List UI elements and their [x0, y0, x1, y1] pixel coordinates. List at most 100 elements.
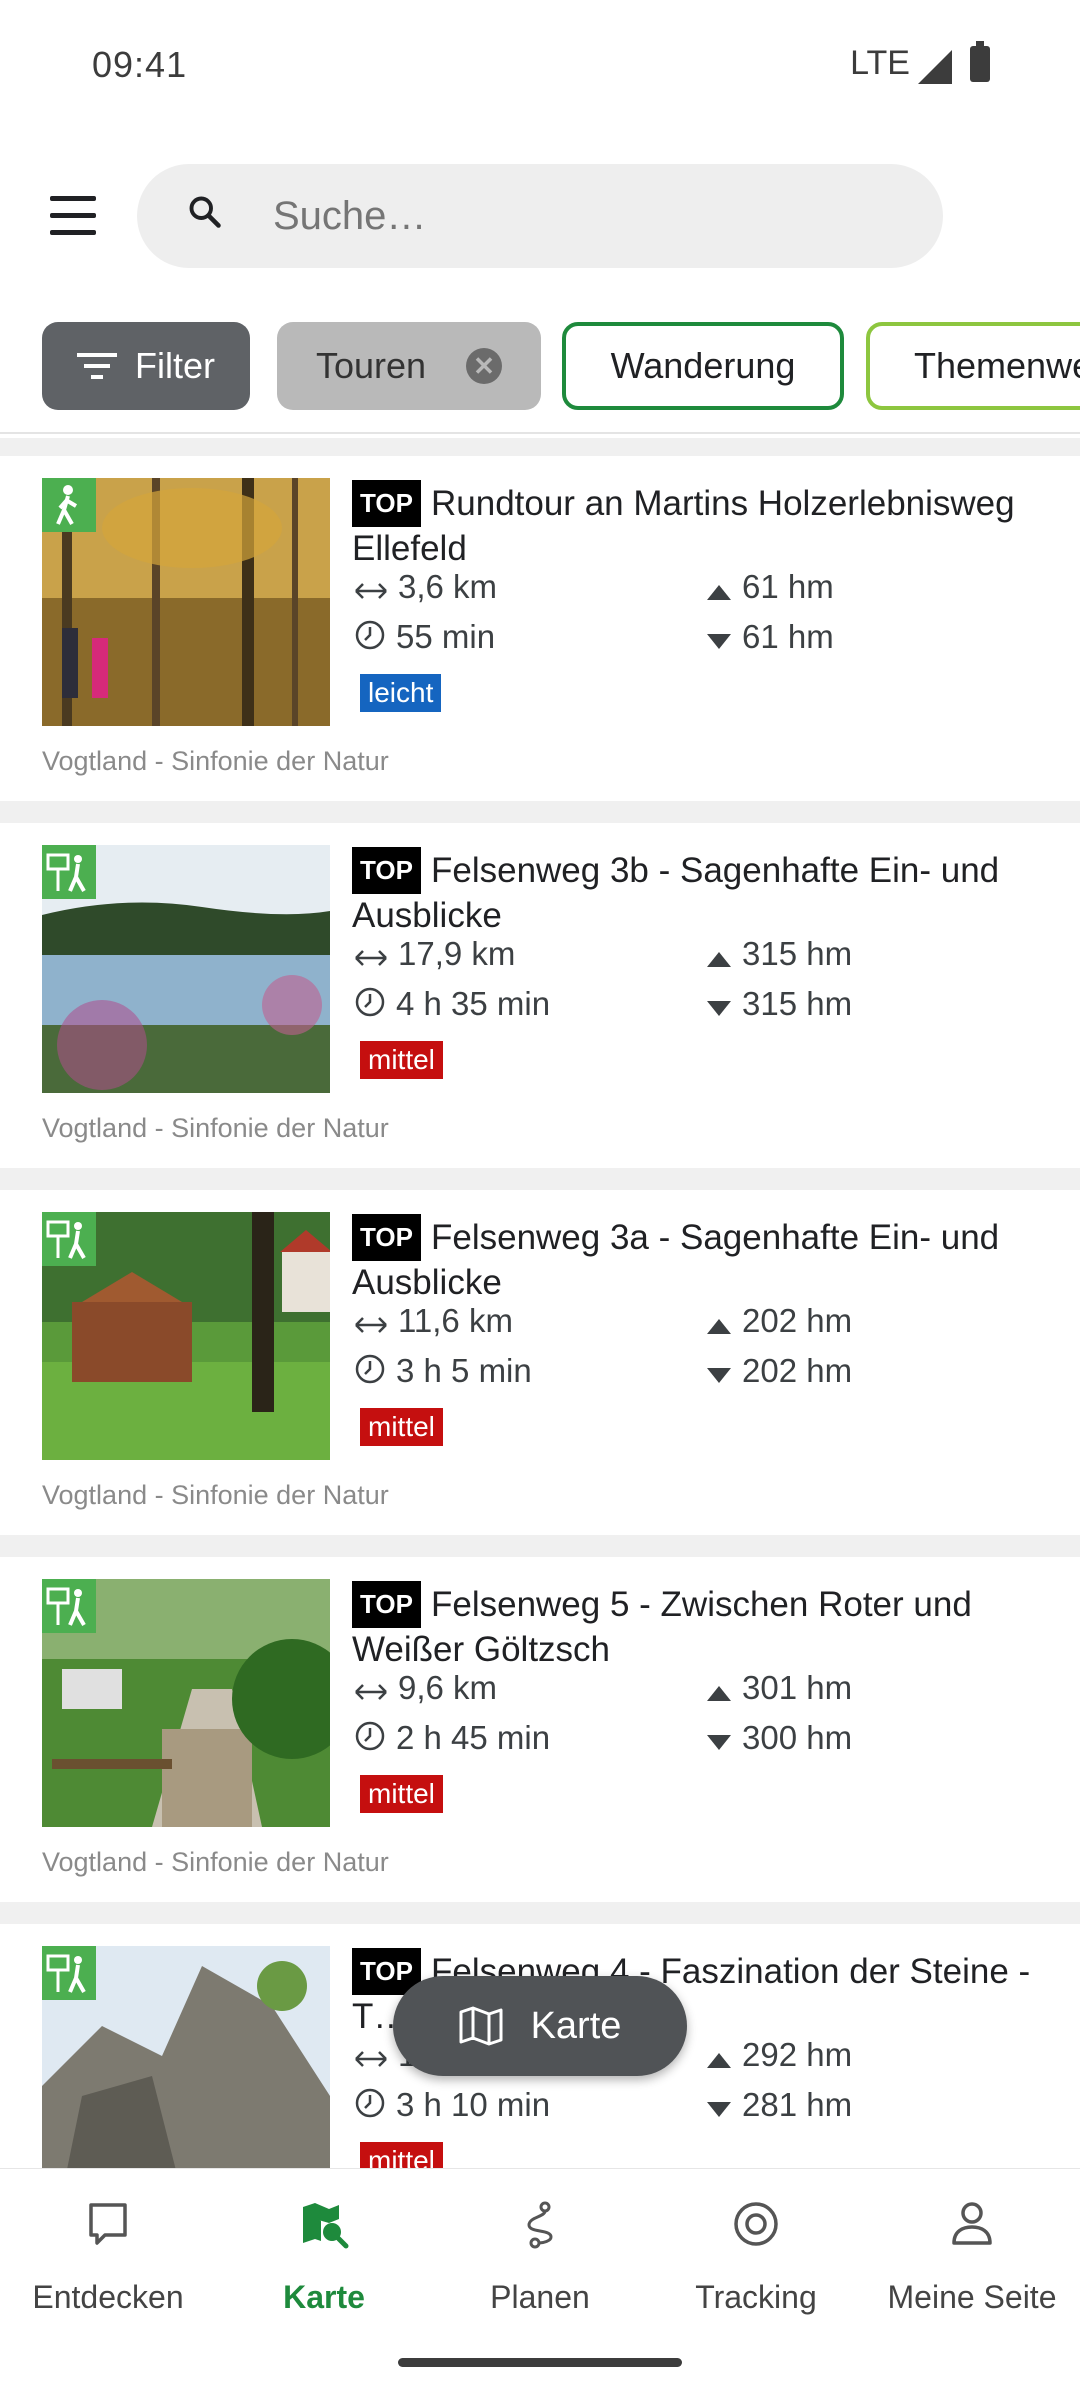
tour-title-text: Rundtour an Martins Holzerlebnisweg Elle…: [352, 484, 1015, 568]
status-time: 09:41: [92, 44, 188, 85]
chip-themenweg[interactable]: Themenwe: [866, 322, 1080, 410]
ascent-icon: [707, 1319, 731, 1334]
duration: 3 h 10 min: [354, 2086, 550, 2124]
ascent-value: 315 hm: [742, 935, 853, 972]
chip-touren[interactable]: Touren ✕: [277, 322, 541, 410]
nav-tracking[interactable]: Tracking: [648, 2169, 864, 2349]
tour-region: Vogtland - Sinfonie der Natur: [42, 1480, 389, 1510]
filter-button[interactable]: Filter: [42, 322, 250, 410]
distance-value: 17,9 km: [398, 935, 516, 972]
tour-title[interactable]: TOP Felsenweg 3a - Sagenhafte Ein- und Au…: [352, 1214, 1052, 1304]
profile-icon: [952, 2202, 992, 2245]
top-badge: TOP: [352, 1214, 421, 1261]
tour-list[interactable]: TOP Rundtour an Martins Holzerlebnisweg E…: [0, 438, 1080, 2168]
hiking-icon: [42, 478, 96, 532]
clock-icon: [355, 620, 385, 650]
ascent: 61 hm: [706, 568, 834, 606]
descent: 61 hm: [706, 618, 834, 656]
distance: 11,6 km: [354, 1302, 513, 1340]
nav-entdecken[interactable]: Entdecken: [0, 2169, 216, 2349]
duration-value: 2 h 45 min: [396, 1719, 551, 1756]
nav-karte[interactable]: Karte: [216, 2169, 432, 2349]
ascent: 301 hm: [706, 1669, 852, 1707]
duration: 4 h 35 min: [354, 985, 550, 1023]
tour-title-text: Felsenweg 3a - Sagenhafte Ein- und Ausbl…: [352, 1218, 1000, 1302]
difficulty-badge: mittel: [360, 1775, 443, 1813]
distance-icon: [355, 1317, 387, 1333]
nav-meine-seite[interactable]: Meine Seite: [864, 2169, 1080, 2349]
battery-icon: [970, 41, 990, 82]
clock-icon: [355, 987, 385, 1017]
difficulty-badge: mittel: [360, 1408, 443, 1446]
nav-karte-label: Karte: [283, 2279, 365, 2315]
distance-icon: [355, 1684, 387, 1700]
map-icon: [459, 2006, 503, 2046]
nav-meine-seite-label: Meine Seite: [887, 2279, 1057, 2315]
distance: 17,9 km: [354, 935, 515, 973]
clear-chip-icon[interactable]: ✕: [466, 348, 503, 384]
ascent: 315 hm: [706, 935, 852, 973]
difficulty-badge: mittel: [360, 2142, 443, 2168]
nav-planen[interactable]: Planen: [432, 2169, 648, 2349]
clock-icon: [355, 1721, 385, 1751]
tour-title[interactable]: TOP Felsenweg 5 - Zwischen Roter und Weiß…: [352, 1581, 1052, 1671]
descent-icon: [707, 2102, 731, 2117]
search-input[interactable]: [273, 194, 873, 239]
ascent-icon: [707, 585, 731, 600]
tour-title-text: Felsenweg 3b - Sagenhafte Ein- und Ausbl…: [352, 851, 1000, 935]
descent-icon: [707, 1001, 731, 1016]
tour-card[interactable]: TOP Felsenweg 3b - Sagenhafte Ein- und Au…: [0, 823, 1080, 1168]
descent-icon: [707, 1368, 731, 1383]
tour-title[interactable]: TOP Rundtour an Martins Holzerlebnisweg E…: [352, 480, 1052, 570]
network-type: LTE: [850, 44, 910, 82]
descent-icon: [707, 634, 731, 649]
discover-icon: [89, 2203, 127, 2245]
tour-region: Vogtland - Sinfonie der Natur: [42, 1113, 389, 1143]
ascent-value: 202 hm: [742, 1302, 853, 1339]
descent-value: 61 hm: [742, 618, 834, 655]
filter-label: Filter: [135, 345, 215, 386]
duration: 3 h 5 min: [354, 1352, 532, 1390]
map-fab-button[interactable]: Karte: [393, 1976, 687, 2076]
map-search-icon: [303, 2203, 349, 2249]
route-plan-icon: [527, 2201, 553, 2249]
ascent: 292 hm: [706, 2036, 852, 2074]
descent: 300 hm: [706, 1719, 852, 1757]
duration-value: 55 min: [396, 618, 496, 655]
ascent: 202 hm: [706, 1302, 852, 1340]
distance: 9,6 km: [354, 1669, 497, 1707]
ascent-value: 61 hm: [742, 568, 834, 605]
descent-value: 202 hm: [742, 1352, 853, 1389]
tour-region: Vogtland - Sinfonie der Natur: [42, 1847, 389, 1877]
difficulty-badge: mittel: [360, 1041, 443, 1079]
difficulty-badge: leicht: [360, 674, 442, 712]
hiking-icon: [42, 1946, 96, 2000]
chip-wanderung[interactable]: Wanderung: [562, 322, 844, 410]
descent-icon: [707, 1735, 731, 1750]
chip-touren-label: Touren: [315, 345, 427, 386]
ascent-value: 301 hm: [742, 1669, 853, 1706]
menu-icon[interactable]: [46, 196, 102, 236]
filter-chips: Filter Touren ✕ Wanderung Themenwe: [0, 320, 1080, 420]
duration-value: 4 h 35 min: [396, 985, 551, 1022]
tour-card[interactable]: TOP Rundtour an Martins Holzerlebnisweg E…: [0, 456, 1080, 801]
nav-entdecken-label: Entdecken: [32, 2279, 184, 2315]
map-fab-label: Karte: [530, 2004, 622, 2047]
descent-value: 315 hm: [742, 985, 853, 1022]
nav-planen-label: Planen: [490, 2279, 590, 2315]
descent: 315 hm: [706, 985, 852, 1023]
tour-title[interactable]: TOP Felsenweg 3b - Sagenhafte Ein- und Au…: [352, 847, 1052, 937]
clock-icon: [355, 1354, 385, 1384]
search-bar[interactable]: [137, 164, 943, 268]
duration: 55 min: [354, 618, 495, 656]
hiking-icon: [42, 1212, 96, 1266]
hiking-icon: [42, 1579, 96, 1633]
ascent-icon: [707, 2053, 731, 2068]
divider: [0, 432, 1080, 434]
tour-card[interactable]: TOP Felsenweg 3a - Sagenhafte Ein- und Au…: [0, 1190, 1080, 1535]
filter-icon: [77, 353, 117, 379]
tour-card[interactable]: TOP Felsenweg 5 - Zwischen Roter und Weiß…: [0, 1557, 1080, 1902]
home-indicator[interactable]: [398, 2358, 682, 2367]
ascent-value: 292 hm: [742, 2036, 853, 2073]
descent: 202 hm: [706, 1352, 852, 1390]
